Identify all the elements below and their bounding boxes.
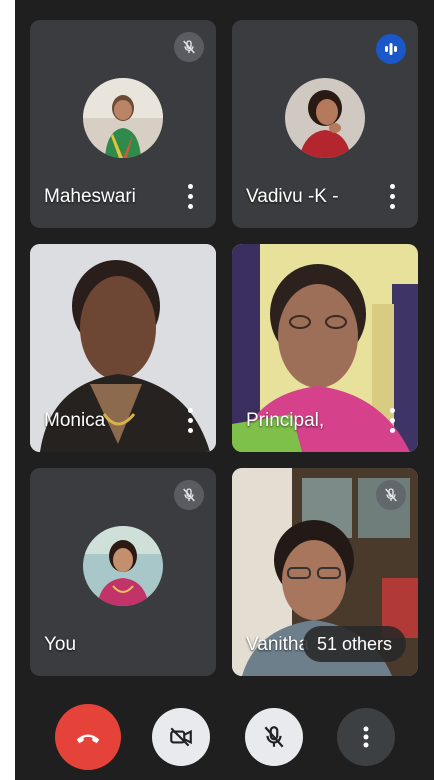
participant-tile-vanitha[interactable]: Vanitha 51 others [232, 468, 418, 676]
mic-off-icon [376, 480, 406, 510]
camera-toggle-button[interactable] [152, 708, 210, 766]
participant-tile-principal[interactable]: Principal, [232, 244, 418, 452]
participant-tile-monica[interactable]: Monica [30, 244, 216, 452]
call-controls-bar [15, 690, 434, 780]
call-end-icon [76, 734, 100, 744]
meeting-screen: Maheswari Vadivu -K - Monica Principal, … [0, 0, 437, 780]
mic-off-icon [264, 726, 284, 748]
participant-tile-you[interactable]: You [30, 468, 216, 676]
participant-name: Vanitha [246, 634, 310, 655]
participant-name: Monica [44, 410, 106, 431]
mic-off-icon [174, 480, 204, 510]
participant-tile-maheswari[interactable]: Maheswari [30, 20, 216, 228]
camera-off-icon [170, 727, 192, 747]
participant-name: You [44, 634, 77, 655]
more-vertical-icon [363, 726, 369, 748]
more-vertical-icon[interactable] [186, 184, 194, 210]
more-vertical-icon[interactable] [388, 408, 396, 434]
participant-avatar [83, 526, 163, 606]
more-vertical-icon[interactable] [186, 408, 194, 434]
end-call-button[interactable] [55, 704, 121, 770]
mic-toggle-button[interactable] [245, 708, 303, 766]
participant-avatar [83, 78, 163, 158]
participant-tile-vadivu[interactable]: Vadivu -K - [232, 20, 418, 228]
participant-avatar [285, 78, 365, 158]
more-vertical-icon[interactable] [388, 184, 396, 210]
audio-level-icon [376, 34, 406, 64]
mic-off-icon [174, 32, 204, 62]
more-options-button[interactable] [337, 708, 395, 766]
participant-name: Vadivu -K - [246, 186, 339, 207]
participant-name: Principal, [246, 410, 325, 431]
others-count-badge[interactable]: 51 others [302, 626, 406, 662]
participant-name: Maheswari [44, 186, 136, 207]
